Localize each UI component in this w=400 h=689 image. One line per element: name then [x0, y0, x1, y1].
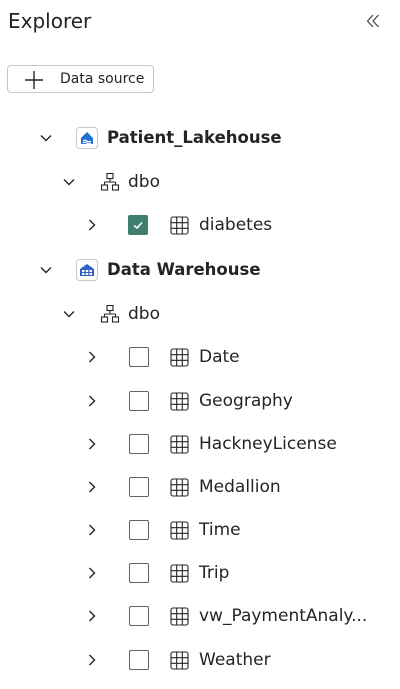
chevron-right-icon — [89, 524, 96, 536]
tree-node-table-diabetes[interactable]: diabetes — [0, 205, 400, 245]
expand-toggle[interactable] — [84, 217, 100, 233]
expand-toggle[interactable] — [84, 349, 100, 365]
tree-node-patient-lakehouse[interactable]: Patient_Lakehouse — [0, 118, 400, 158]
schema-icon — [100, 172, 120, 191]
table-checkbox[interactable] — [128, 215, 148, 235]
table-name: Medallion — [199, 477, 281, 497]
expand-toggle[interactable] — [84, 565, 100, 581]
tree-node-table-date[interactable]: Date — [0, 337, 400, 377]
chevron-right-icon — [89, 219, 96, 231]
table-name: Weather — [199, 650, 271, 670]
table-name: vw_PaymentAnaly... — [199, 606, 368, 626]
schema-name: dbo — [128, 172, 160, 192]
table-name: Trip — [199, 563, 230, 583]
chevron-right-icon — [89, 610, 96, 622]
chevron-down-icon — [40, 135, 52, 142]
table-checkbox[interactable] — [129, 347, 149, 367]
table-icon — [170, 521, 189, 540]
chevron-right-icon — [89, 438, 96, 450]
expand-toggle[interactable] — [84, 393, 100, 409]
table-checkbox[interactable] — [129, 391, 149, 411]
table-checkbox[interactable] — [129, 520, 149, 540]
chevron-down-icon — [63, 311, 75, 318]
tree-node-table-weather[interactable]: Weather — [0, 640, 400, 680]
table-icon — [170, 607, 189, 626]
table-checkbox[interactable] — [129, 606, 149, 626]
table-checkbox[interactable] — [129, 563, 149, 583]
table-icon — [170, 478, 189, 497]
expand-toggle[interactable] — [61, 174, 77, 190]
chevron-right-icon — [89, 567, 96, 579]
tree-node-table-time[interactable]: Time — [0, 510, 400, 550]
table-checkbox[interactable] — [129, 650, 149, 670]
table-icon — [170, 392, 189, 411]
expand-toggle[interactable] — [84, 652, 100, 668]
schema-name: dbo — [128, 304, 160, 324]
table-icon — [170, 564, 189, 583]
chevron-down-icon — [40, 267, 52, 274]
tree-node-table-geography[interactable]: Geography — [0, 381, 400, 421]
expand-toggle[interactable] — [84, 522, 100, 538]
expand-toggle[interactable] — [84, 436, 100, 452]
tree-node-table-medallion[interactable]: Medallion — [0, 467, 400, 507]
table-icon — [170, 435, 189, 454]
table-checkbox[interactable] — [129, 477, 149, 497]
chevron-right-icon — [89, 654, 96, 666]
table-icon — [170, 216, 189, 235]
table-icon — [170, 348, 189, 367]
table-name: Time — [199, 520, 241, 540]
warehouse-icon — [76, 259, 98, 281]
tree-node-schema-dbo[interactable]: dbo — [0, 162, 400, 202]
schema-icon — [100, 304, 120, 323]
expand-toggle[interactable] — [38, 262, 54, 278]
chevron-right-icon — [89, 351, 96, 363]
tree-node-table-vw-paymentanalysis[interactable]: vw_PaymentAnaly... — [0, 596, 400, 636]
tree-node-schema-dbo[interactable]: dbo — [0, 294, 400, 334]
table-name: HackneyLicense — [199, 434, 337, 454]
table-name: Date — [199, 347, 240, 367]
chevron-right-icon — [89, 395, 96, 407]
table-checkbox[interactable] — [129, 434, 149, 454]
table-icon — [170, 651, 189, 670]
table-name: diabetes — [199, 215, 273, 235]
database-name: Data Warehouse — [107, 260, 261, 279]
chevron-down-icon — [63, 179, 75, 186]
tree-node-table-trip[interactable]: Trip — [0, 553, 400, 593]
explorer-tree: Patient_Lakehouse dbo diabetes Data Ware… — [0, 0, 400, 689]
database-name: Patient_Lakehouse — [107, 128, 282, 147]
expand-toggle[interactable] — [84, 608, 100, 624]
chevron-right-icon — [89, 481, 96, 493]
table-name: Geography — [199, 391, 293, 411]
checkmark-icon — [133, 221, 143, 230]
lakehouse-icon — [76, 127, 98, 149]
expand-toggle[interactable] — [84, 479, 100, 495]
tree-node-table-hackneylicense[interactable]: HackneyLicense — [0, 424, 400, 464]
expand-toggle[interactable] — [38, 130, 54, 146]
tree-node-data-warehouse[interactable]: Data Warehouse — [0, 250, 400, 290]
expand-toggle[interactable] — [61, 306, 77, 322]
